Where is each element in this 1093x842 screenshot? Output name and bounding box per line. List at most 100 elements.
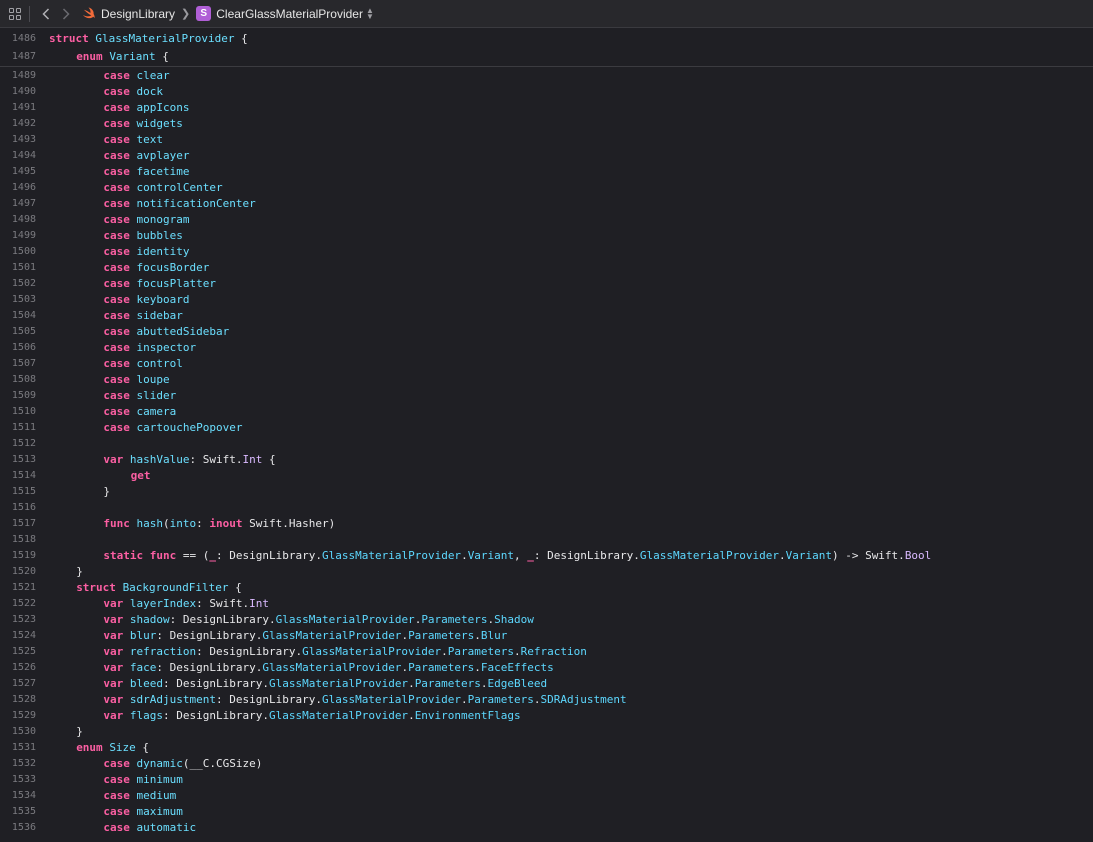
code-line[interactable]: 1509 case slider <box>0 388 1093 404</box>
code-line[interactable]: 1492 case widgets <box>0 116 1093 132</box>
code-text: case dynamic(__C.CGSize) <box>103 756 262 772</box>
code-line[interactable]: 1531 enum Size { <box>0 740 1093 756</box>
swift-icon <box>82 7 95 19</box>
code-line[interactable]: 1518 <box>0 532 1093 548</box>
code-line[interactable]: 1489 case clear <box>0 68 1093 84</box>
code-line[interactable]: 1486 struct GlassMaterialProvider { <box>0 30 1093 48</box>
code-text: case maximum <box>103 804 182 820</box>
code-token: case <box>103 117 130 130</box>
code-line[interactable]: 1500 case identity <box>0 244 1093 260</box>
code-token: hashValue <box>129 453 190 466</box>
code-line[interactable]: 1525 var refraction: DesignLibrary.GlassM… <box>0 644 1093 660</box>
code-line[interactable]: 1534 case medium <box>0 788 1093 804</box>
code-line[interactable]: 1497 case notificationCenter <box>0 196 1093 212</box>
code-line[interactable]: 1528 var sdrAdjustment: DesignLibrary.Gla… <box>0 692 1093 708</box>
code-token: func <box>103 517 130 530</box>
code-token: GlassMaterialProvider <box>302 645 442 658</box>
code-line[interactable]: 1494 case avplayer <box>0 148 1093 164</box>
code-editor[interactable]: 1489 case clear 1490 case dock 1491 case appI… <box>0 68 1093 836</box>
breadcrumb-symbol[interactable]: ClearGlassMaterialProvider <box>216 7 363 21</box>
code-line[interactable]: 1533 case minimum <box>0 772 1093 788</box>
code-token: get <box>130 469 151 482</box>
navigator-grid-icon[interactable] <box>9 7 21 20</box>
code-token: camera <box>136 405 177 418</box>
code-line[interactable]: 1529 var flags: DesignLibrary.GlassMateri… <box>0 708 1093 724</box>
code-token: case <box>103 165 130 178</box>
forward-chevron-icon[interactable] <box>58 5 74 23</box>
code-line[interactable]: 1532 case dynamic(__C.CGSize) <box>0 756 1093 772</box>
line-number: 1500 <box>11 246 36 257</box>
code-token: . <box>461 693 468 706</box>
code-line[interactable]: 1519 static func == (_: DesignLibrary.Gla… <box>0 548 1093 564</box>
code-token: control <box>136 357 183 370</box>
code-token: } <box>76 725 83 738</box>
code-token: . <box>441 645 448 658</box>
code-token: identity <box>136 245 190 258</box>
code-line[interactable]: 1495 case facetime <box>0 164 1093 180</box>
line-number: 1512 <box>11 438 36 449</box>
code-line[interactable]: 1517 func hash(into: inout Swift.Hasher) <box>0 516 1093 532</box>
code-line[interactable]: 1513 var hashValue: Swift.Int { <box>0 452 1093 468</box>
code-line[interactable]: 1512 <box>0 436 1093 452</box>
updown-chevron-icon[interactable]: ▲ ▼ <box>366 6 374 20</box>
code-line[interactable]: 1536 case automatic <box>0 820 1093 836</box>
line-number: 1489 <box>11 70 36 81</box>
code-token: GlassMaterialProvider <box>262 629 402 642</box>
line-number: 1506 <box>11 342 36 353</box>
code-line[interactable]: 1505 case abuttedSidebar <box>0 324 1093 340</box>
code-token: inout <box>209 517 243 530</box>
code-token: case <box>103 773 130 786</box>
code-line[interactable]: 1503 case keyboard <box>0 292 1093 308</box>
code-token: bubbles <box>136 229 183 242</box>
code-line[interactable]: 1502 case focusPlatter <box>0 276 1093 292</box>
code-line[interactable]: 1490 case dock <box>0 84 1093 100</box>
code-token: text <box>136 133 164 146</box>
code-line[interactable]: 1523 var shadow: DesignLibrary.GlassMater… <box>0 612 1093 628</box>
code-line[interactable]: 1526 var face: DesignLibrary.GlassMateria… <box>0 660 1093 676</box>
code-token: cartouchePopover <box>136 421 243 434</box>
code-line[interactable]: 1499 case bubbles <box>0 228 1093 244</box>
line-number: 1486 <box>11 33 36 44</box>
code-token: case <box>103 229 130 242</box>
code-line[interactable]: 1501 case focusBorder <box>0 260 1093 276</box>
code-line[interactable]: 1496 case controlCenter <box>0 180 1093 196</box>
back-chevron-icon[interactable] <box>38 5 54 23</box>
code-line[interactable]: 1487 enum Variant { <box>0 48 1093 66</box>
code-line[interactable]: 1527 var bleed: DesignLibrary.GlassMateri… <box>0 676 1093 692</box>
code-line[interactable]: 1520} <box>0 564 1093 580</box>
code-line[interactable]: 1522 var layerIndex: Swift.Int <box>0 596 1093 612</box>
code-line[interactable]: 1491 case appIcons <box>0 100 1093 116</box>
code-token: clear <box>136 69 170 82</box>
code-token: case <box>103 261 130 274</box>
code-line[interactable]: 1511 case cartouchePopover <box>0 420 1093 436</box>
code-token: Variant <box>109 50 156 63</box>
code-line[interactable]: 1514 get <box>0 468 1093 484</box>
code-line[interactable]: 1507 case control <box>0 356 1093 372</box>
code-line[interactable]: 1498 case monogram <box>0 212 1093 228</box>
code-line[interactable]: 1515} <box>0 484 1093 500</box>
code-token: Parameters <box>421 613 488 626</box>
code-line[interactable]: 1516 <box>0 500 1093 516</box>
breadcrumb-project[interactable]: DesignLibrary <box>101 7 175 21</box>
code-line[interactable]: 1506 case inspector <box>0 340 1093 356</box>
code-text: var flags: DesignLibrary.GlassMaterialPr… <box>103 708 520 724</box>
code-line[interactable]: 1524 var blur: DesignLibrary.GlassMateria… <box>0 628 1093 644</box>
code-line[interactable]: 1493 case text <box>0 132 1093 148</box>
code-line[interactable]: 1504 case sidebar <box>0 308 1093 324</box>
code-line[interactable]: 1508 case loupe <box>0 372 1093 388</box>
code-line[interactable]: 1510 case camera <box>0 404 1093 420</box>
code-line[interactable]: 1521 struct BackgroundFilter { <box>0 580 1093 596</box>
code-token: var <box>103 597 124 610</box>
code-token: SDRAdjustment <box>540 693 627 706</box>
code-token: var <box>103 709 124 722</box>
code-token: dynamic <box>136 757 183 770</box>
code-token: case <box>103 245 130 258</box>
code-line[interactable]: 1530} <box>0 724 1093 740</box>
code-line[interactable]: 1535 case maximum <box>0 804 1093 820</box>
code-token: GlassMaterialProvider <box>321 549 462 562</box>
